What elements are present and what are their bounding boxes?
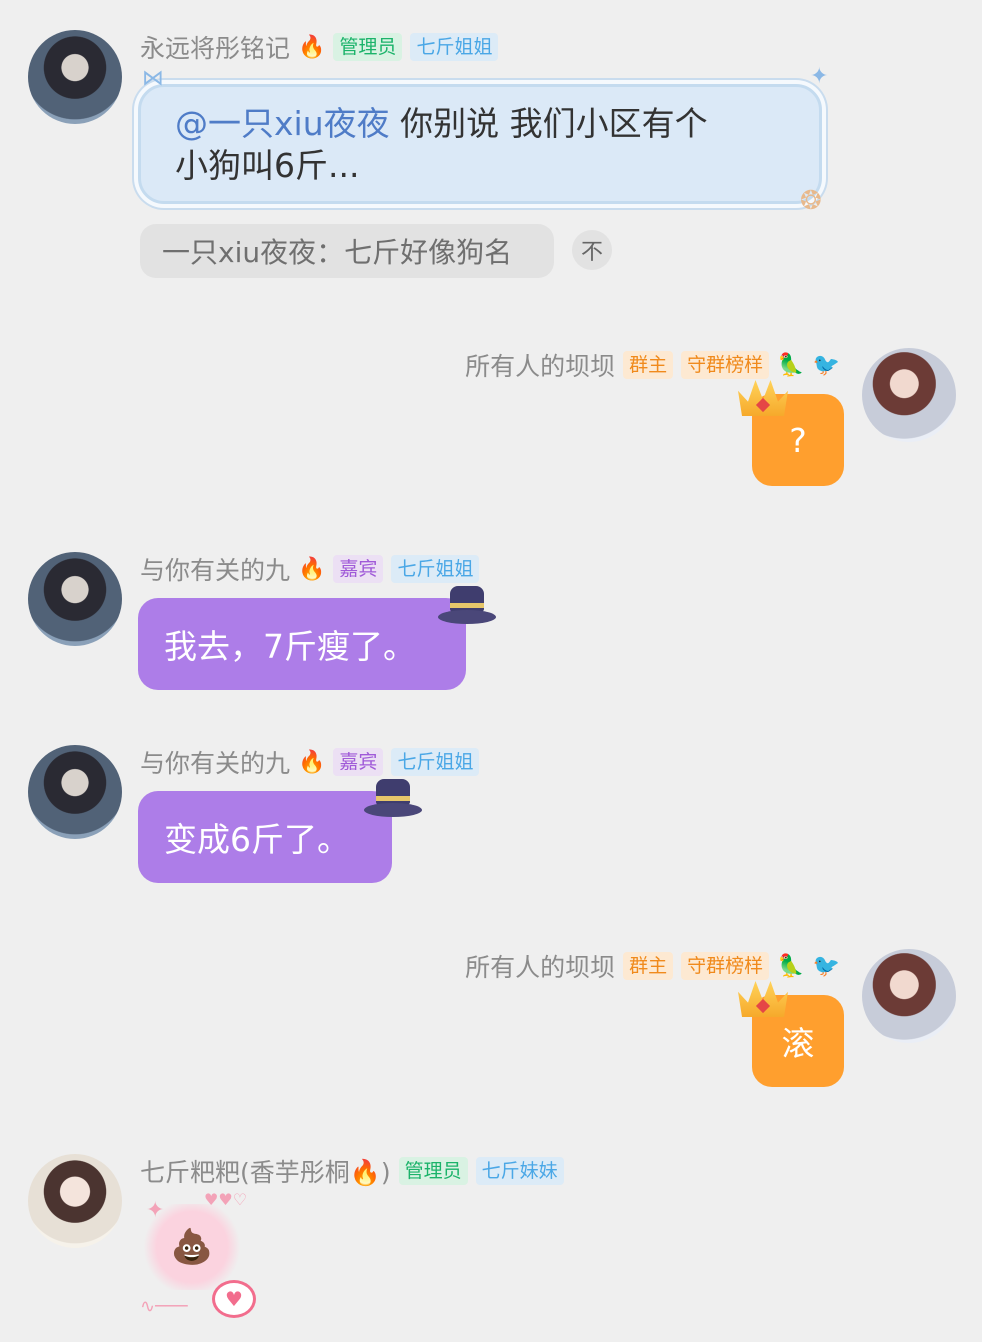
sender-line: 与你有关的九 🔥 嘉宾 七斤姐姐 [140, 744, 480, 780]
role-badge: 管理员 [333, 33, 403, 61]
message-text: ? [789, 420, 807, 460]
message-row: 与你有关的九 🔥 嘉宾 七斤姐姐 变成6斤了。 [0, 735, 982, 895]
sender-line: 永远将彤铭记 🔥 管理员 七斤姐姐 [140, 29, 499, 65]
avatar[interactable] [28, 745, 122, 839]
title-badge: 守群榜样 [681, 351, 770, 379]
sender-name[interactable]: 七斤粑粑(香芋彤桐🔥) [140, 1153, 391, 1189]
like-button[interactable]: ♥ [212, 1280, 256, 1318]
role-badge: 嘉宾 [333, 555, 384, 583]
quote-reply[interactable]: 一只xiu夜夜：七斤好像狗名 [140, 224, 554, 278]
sender-name[interactable]: 所有人的坝坝 [465, 948, 615, 984]
message-row: 与你有关的九 🔥 嘉宾 七斤姐姐 我去，7斤瘦了。 [0, 540, 982, 700]
mention-link[interactable]: @一只xiu夜夜 [175, 104, 390, 143]
avatar[interactable] [28, 552, 122, 646]
role-badge: 嘉宾 [333, 748, 384, 776]
fire-icon: 🔥 [298, 749, 326, 775]
title-badge: 七斤姐姐 [410, 33, 499, 61]
heartbeat-line-icon: ∿─── [140, 1296, 188, 1317]
message-text: 我去，7斤瘦了。 [164, 627, 416, 666]
message-bubble[interactable]: 我去，7斤瘦了。 [138, 598, 466, 690]
sender-name[interactable]: 与你有关的九 [140, 551, 290, 587]
title-badge: 七斤姐姐 [391, 555, 480, 583]
avatar[interactable] [862, 949, 956, 1043]
role-badge: 群主 [623, 952, 674, 980]
sparkle-icon: ✦ [810, 64, 829, 89]
top-hat-icon [364, 779, 422, 821]
message-text-line1: 你别说 我们小区有个 [400, 104, 708, 143]
parrot-icon: 🦜 [777, 953, 805, 979]
parrot-icon: 🦜 [777, 352, 805, 378]
title-badge: 守群榜样 [681, 952, 770, 980]
message-row: 所有人的坝坝 群主 守群榜样 🦜 🐦 滚 [0, 935, 982, 1105]
message-row: 所有人的坝坝 群主 守群榜样 🦜 🐦 ? [0, 330, 982, 500]
message-text: 滚 [781, 1024, 815, 1063]
poop-icon: 💩 [170, 1227, 214, 1267]
message-text: 变成6斤了。 [164, 820, 350, 859]
bow-icon: ⋈ [142, 66, 164, 91]
fire-icon: 🔥 [298, 34, 326, 60]
message-text-line2: 小狗叫6斤... [175, 146, 360, 185]
sender-line: 与你有关的九 🔥 嘉宾 七斤姐姐 [140, 551, 480, 587]
message-row: 永远将彤铭记 🔥 管理员 七斤姐姐 @一只xiu夜夜 你别说 我们小区有个 小狗… [0, 0, 982, 300]
title-badge: 七斤姐姐 [391, 748, 480, 776]
role-badge: 管理员 [398, 1157, 468, 1185]
message-bubble[interactable]: @一只xiu夜夜 你别说 我们小区有个 小狗叫6斤... [138, 84, 822, 204]
fire-icon: 🔥 [298, 556, 326, 582]
quote-text: 一只xiu夜夜：七斤好像狗名 [162, 236, 513, 269]
sender-line: 所有人的坝坝 群主 守群榜样 🦜 🐦 [465, 949, 840, 983]
sender-line: 所有人的坝坝 群主 守群榜样 🦜 🐦 [465, 348, 840, 382]
avatar[interactable] [28, 30, 122, 124]
message-row: 七斤粑粑(香芋彤桐🔥) 管理员 七斤妹妹 ✦ ♥♥♡ 💩 ∿─── ♥ [0, 1140, 982, 1340]
sticker-message[interactable]: 💩 [144, 1204, 240, 1290]
top-hat-icon [438, 586, 496, 628]
role-badge: 群主 [623, 351, 674, 379]
sender-name[interactable]: 永远将彤铭记 [140, 29, 290, 65]
heart-icon: ♥ [225, 1287, 243, 1311]
sender-line: 七斤粑粑(香芋彤桐🔥) 管理员 七斤妹妹 [140, 1154, 564, 1188]
sender-name[interactable]: 所有人的坝坝 [465, 347, 615, 383]
bird-icon: 🐦 [812, 953, 840, 979]
quote-toggle-button[interactable]: 不 [572, 230, 612, 270]
message-bubble[interactable]: 变成6斤了。 [138, 791, 392, 883]
title-badge: 七斤妹妹 [475, 1157, 564, 1185]
deer-icon: ❂ [800, 186, 822, 216]
avatar[interactable] [28, 1154, 122, 1248]
bird-icon: 🐦 [812, 352, 840, 378]
avatar[interactable] [862, 348, 956, 442]
sender-name[interactable]: 与你有关的九 [140, 744, 290, 780]
